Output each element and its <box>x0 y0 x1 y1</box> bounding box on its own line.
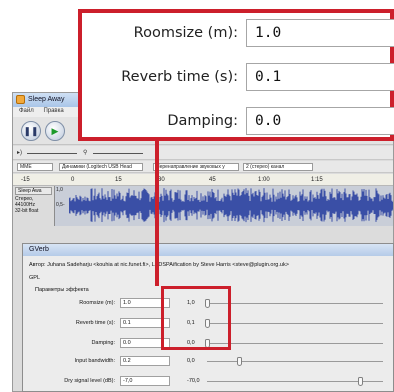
scale-label: 1,0 <box>56 187 63 193</box>
param-row-dry-signal: Dry signal level (dB): -7,0 -70,0 <box>23 376 393 388</box>
param-label: Reverb time (s): <box>75 320 115 326</box>
timeline-ruler[interactable]: -15 0 15 30 45 1:00 1:15 <box>13 174 393 186</box>
param-label: Roomsize (m): <box>79 300 115 306</box>
output-device-select[interactable]: Динамики (Logitech USB Head <box>59 163 143 171</box>
param-label: Dry signal level (dB): <box>64 378 115 384</box>
device-toolbar: MME Динамики (Logitech USB Head Перенапр… <box>13 161 393 173</box>
menu-edit[interactable]: Правка <box>43 108 63 114</box>
window-title: Sleep Away <box>28 96 65 103</box>
audio-track: Sleep Awa Стерео, 44100Hz 32-bit float 1… <box>13 186 393 226</box>
zoom-label: Roomsize (m): <box>133 25 238 41</box>
speaker-icon: ▸) <box>17 150 23 156</box>
zoom-label: Damping: <box>167 113 238 129</box>
ruler-tick: 30 <box>158 177 165 183</box>
param-slider-track[interactable] <box>207 381 383 382</box>
microphone-icon: ⚲ <box>83 150 88 156</box>
zoom-input[interactable]: 1.0 <box>246 19 394 47</box>
pause-icon: ❚❚ <box>23 126 39 136</box>
host-select[interactable]: MME <box>17 163 53 171</box>
track-name-button[interactable]: Sleep Awa <box>15 187 52 195</box>
scale-label: 0,5- <box>56 202 65 208</box>
ruler-tick: 0 <box>71 177 75 183</box>
ruler-tick: -15 <box>21 177 30 183</box>
zoom-input[interactable]: 0.0 <box>246 107 394 135</box>
zoom-callout: Roomsize (m): 1.0 Reverb time (s): 0.1 D… <box>78 9 394 141</box>
dialog-license: GPL <box>29 275 41 281</box>
play-icon: ▶ <box>51 126 59 136</box>
headphones-icon <box>16 95 25 104</box>
param-slider-thumb[interactable] <box>358 377 363 386</box>
zoom-row-damping: Damping: 0.0 <box>82 107 394 137</box>
param-slider-track[interactable] <box>207 323 383 324</box>
play-button[interactable]: ▶ <box>45 121 65 141</box>
ruler-tick: 1:15 <box>311 177 323 183</box>
params-header: Параметры эффекта <box>35 287 89 293</box>
param-slider-track[interactable] <box>207 361 383 362</box>
track-bitdepth: 32-bit float <box>15 208 39 214</box>
zoom-input[interactable]: 0.1 <box>246 63 394 91</box>
track-format: Стерео, 44100Hz <box>15 196 36 208</box>
output-volume-slider[interactable] <box>27 153 77 154</box>
input-volume-slider[interactable] <box>93 153 143 154</box>
param-label: Input bandwidth: <box>74 358 115 364</box>
param-slider-thumb[interactable] <box>237 357 242 366</box>
param-row-input-bandwidth: Input bandwidth: 0.2 0,0 <box>23 356 393 368</box>
track-control-panel: Sleep Awa Стерео, 44100Hz 32-bit float <box>13 186 55 226</box>
waveform[interactable] <box>69 188 394 224</box>
ruler-tick: 45 <box>209 177 216 183</box>
zoom-row-reverb-time: Reverb time (s): 0.1 <box>82 63 394 93</box>
param-label: Damping: <box>91 340 115 346</box>
param-slider-track[interactable] <box>207 343 383 344</box>
track-amplitude-scale: 1,0 0,5- <box>56 186 68 226</box>
param-slider-track[interactable] <box>207 303 383 304</box>
ruler-tick: 15 <box>115 177 122 183</box>
dialog-title: GVerb <box>23 244 393 256</box>
pause-button[interactable]: ❚❚ <box>21 121 41 141</box>
param-min: -70,0 <box>187 378 200 384</box>
channels-select[interactable]: 2 (стерео) канал <box>243 163 313 171</box>
menu-file[interactable]: Файл <box>19 108 34 114</box>
param-min: 0,0 <box>187 358 195 364</box>
zoom-row-roomsize: Roomsize (m): 1.0 <box>82 19 394 49</box>
highlight-box <box>161 286 231 350</box>
param-input[interactable]: -7,0 <box>120 376 170 386</box>
input-device-select[interactable]: Перенаправление звуковых у <box>153 163 239 171</box>
zoom-label: Reverb time (s): <box>121 69 238 85</box>
ruler-tick: 1:00 <box>258 177 270 183</box>
param-input[interactable]: 0.2 <box>120 356 170 366</box>
mixer-toolbar: ▸) ⚲ <box>13 146 393 160</box>
